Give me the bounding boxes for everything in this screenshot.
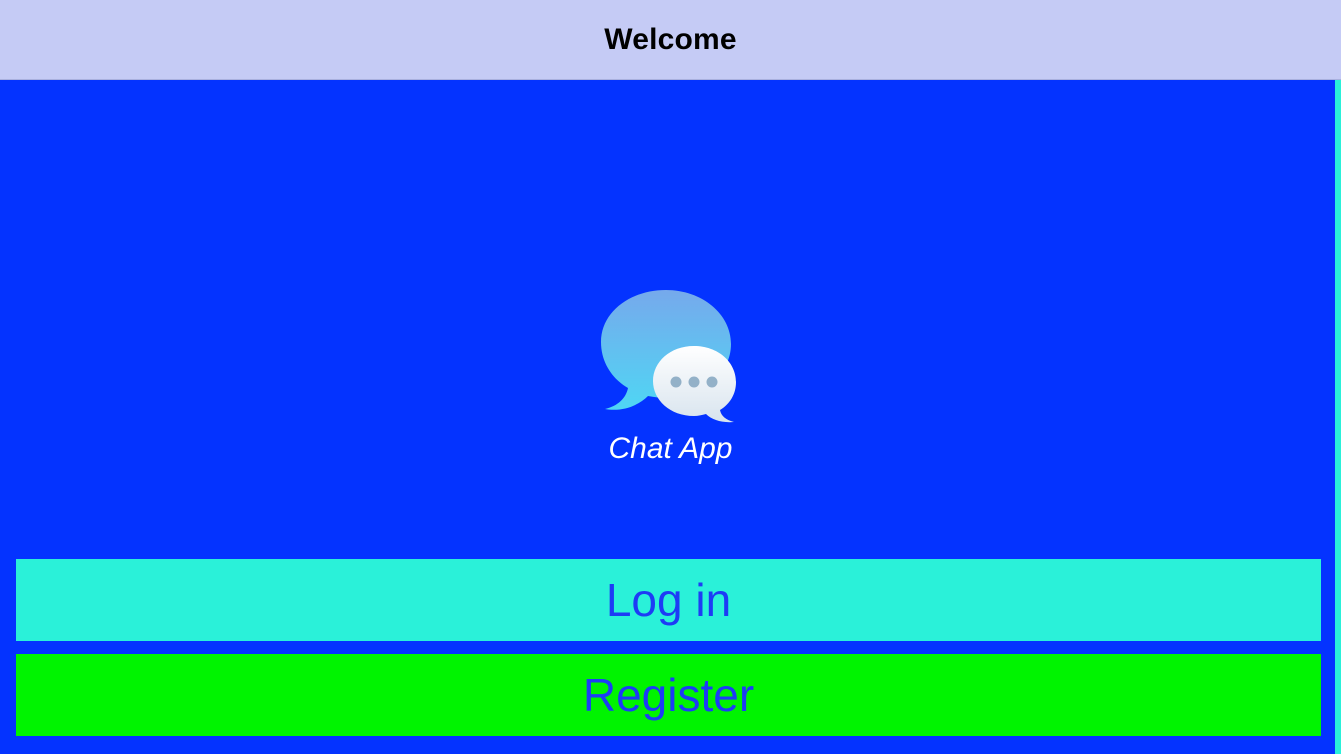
welcome-screen: Welcome Chat App Log in Register [0,0,1341,754]
navigation-bar: Welcome [0,0,1341,80]
app-name-label: Chat App [608,432,733,465]
chat-bubbles-icon [598,288,740,426]
register-button[interactable]: Register [16,654,1321,736]
nav-title: Welcome [604,22,737,56]
register-button-label: Register [582,669,755,721]
login-button-label: Log in [605,574,732,626]
login-button[interactable]: Log in [16,559,1321,641]
right-edge-strip [1335,80,1341,754]
